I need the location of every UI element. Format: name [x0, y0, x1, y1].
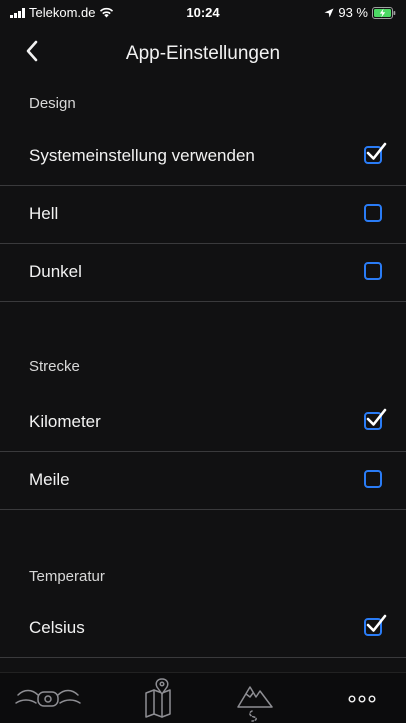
checkmark-icon: [366, 614, 387, 632]
checkbox-system-setting[interactable]: [364, 142, 387, 164]
option-light[interactable]: Hell: [0, 186, 406, 244]
navigation-bar: App-Einstellungen: [0, 30, 406, 74]
option-dark[interactable]: Dunkel: [0, 244, 406, 302]
option-label: Systemeinstellung verwenden: [29, 146, 255, 165]
checkmark-icon: [366, 408, 387, 426]
checkbox-light[interactable]: [364, 204, 382, 222]
page-title: App-Einstellungen: [125, 43, 281, 64]
battery-charging-icon: [372, 6, 396, 19]
option-kilometer[interactable]: Kilometer: [0, 394, 406, 452]
scooter-icon: [15, 689, 81, 707]
option-label: Meile: [29, 470, 70, 489]
option-mile[interactable]: Meile: [0, 452, 406, 510]
option-label: Celsius: [29, 618, 85, 637]
map-pin-icon: [145, 678, 171, 718]
option-label: Dunkel: [29, 262, 82, 281]
mountain-route-icon: [237, 686, 273, 722]
location-arrow-icon: [324, 8, 334, 17]
option-label: Kilometer: [29, 412, 101, 431]
tab-vehicle[interactable]: [8, 673, 88, 723]
battery-percent: 93 %: [338, 5, 368, 20]
tab-routes[interactable]: [216, 673, 296, 723]
tab-more[interactable]: [322, 673, 402, 723]
option-system-setting[interactable]: Systemeinstellung verwenden: [0, 128, 406, 186]
checkmark-icon: [366, 142, 387, 160]
section-header-design: Design: [29, 95, 76, 112]
section-header-temperature: Temperatur: [29, 568, 105, 585]
option-label: Hell: [29, 204, 59, 223]
checkbox-celsius[interactable]: [364, 614, 387, 636]
option-celsius[interactable]: Celsius: [0, 600, 406, 658]
checkbox-dark[interactable]: [364, 262, 382, 280]
status-right: 93 %: [324, 5, 396, 20]
tab-bar: [0, 672, 406, 723]
more-dots-icon: [348, 695, 376, 703]
checkbox-mile[interactable]: [364, 470, 382, 488]
tab-map[interactable]: [118, 673, 198, 723]
section-header-distance: Strecke: [29, 358, 80, 375]
checkbox-kilometer[interactable]: [364, 408, 387, 430]
status-bar: Telekom.de 10:24 93 %: [0, 0, 406, 24]
